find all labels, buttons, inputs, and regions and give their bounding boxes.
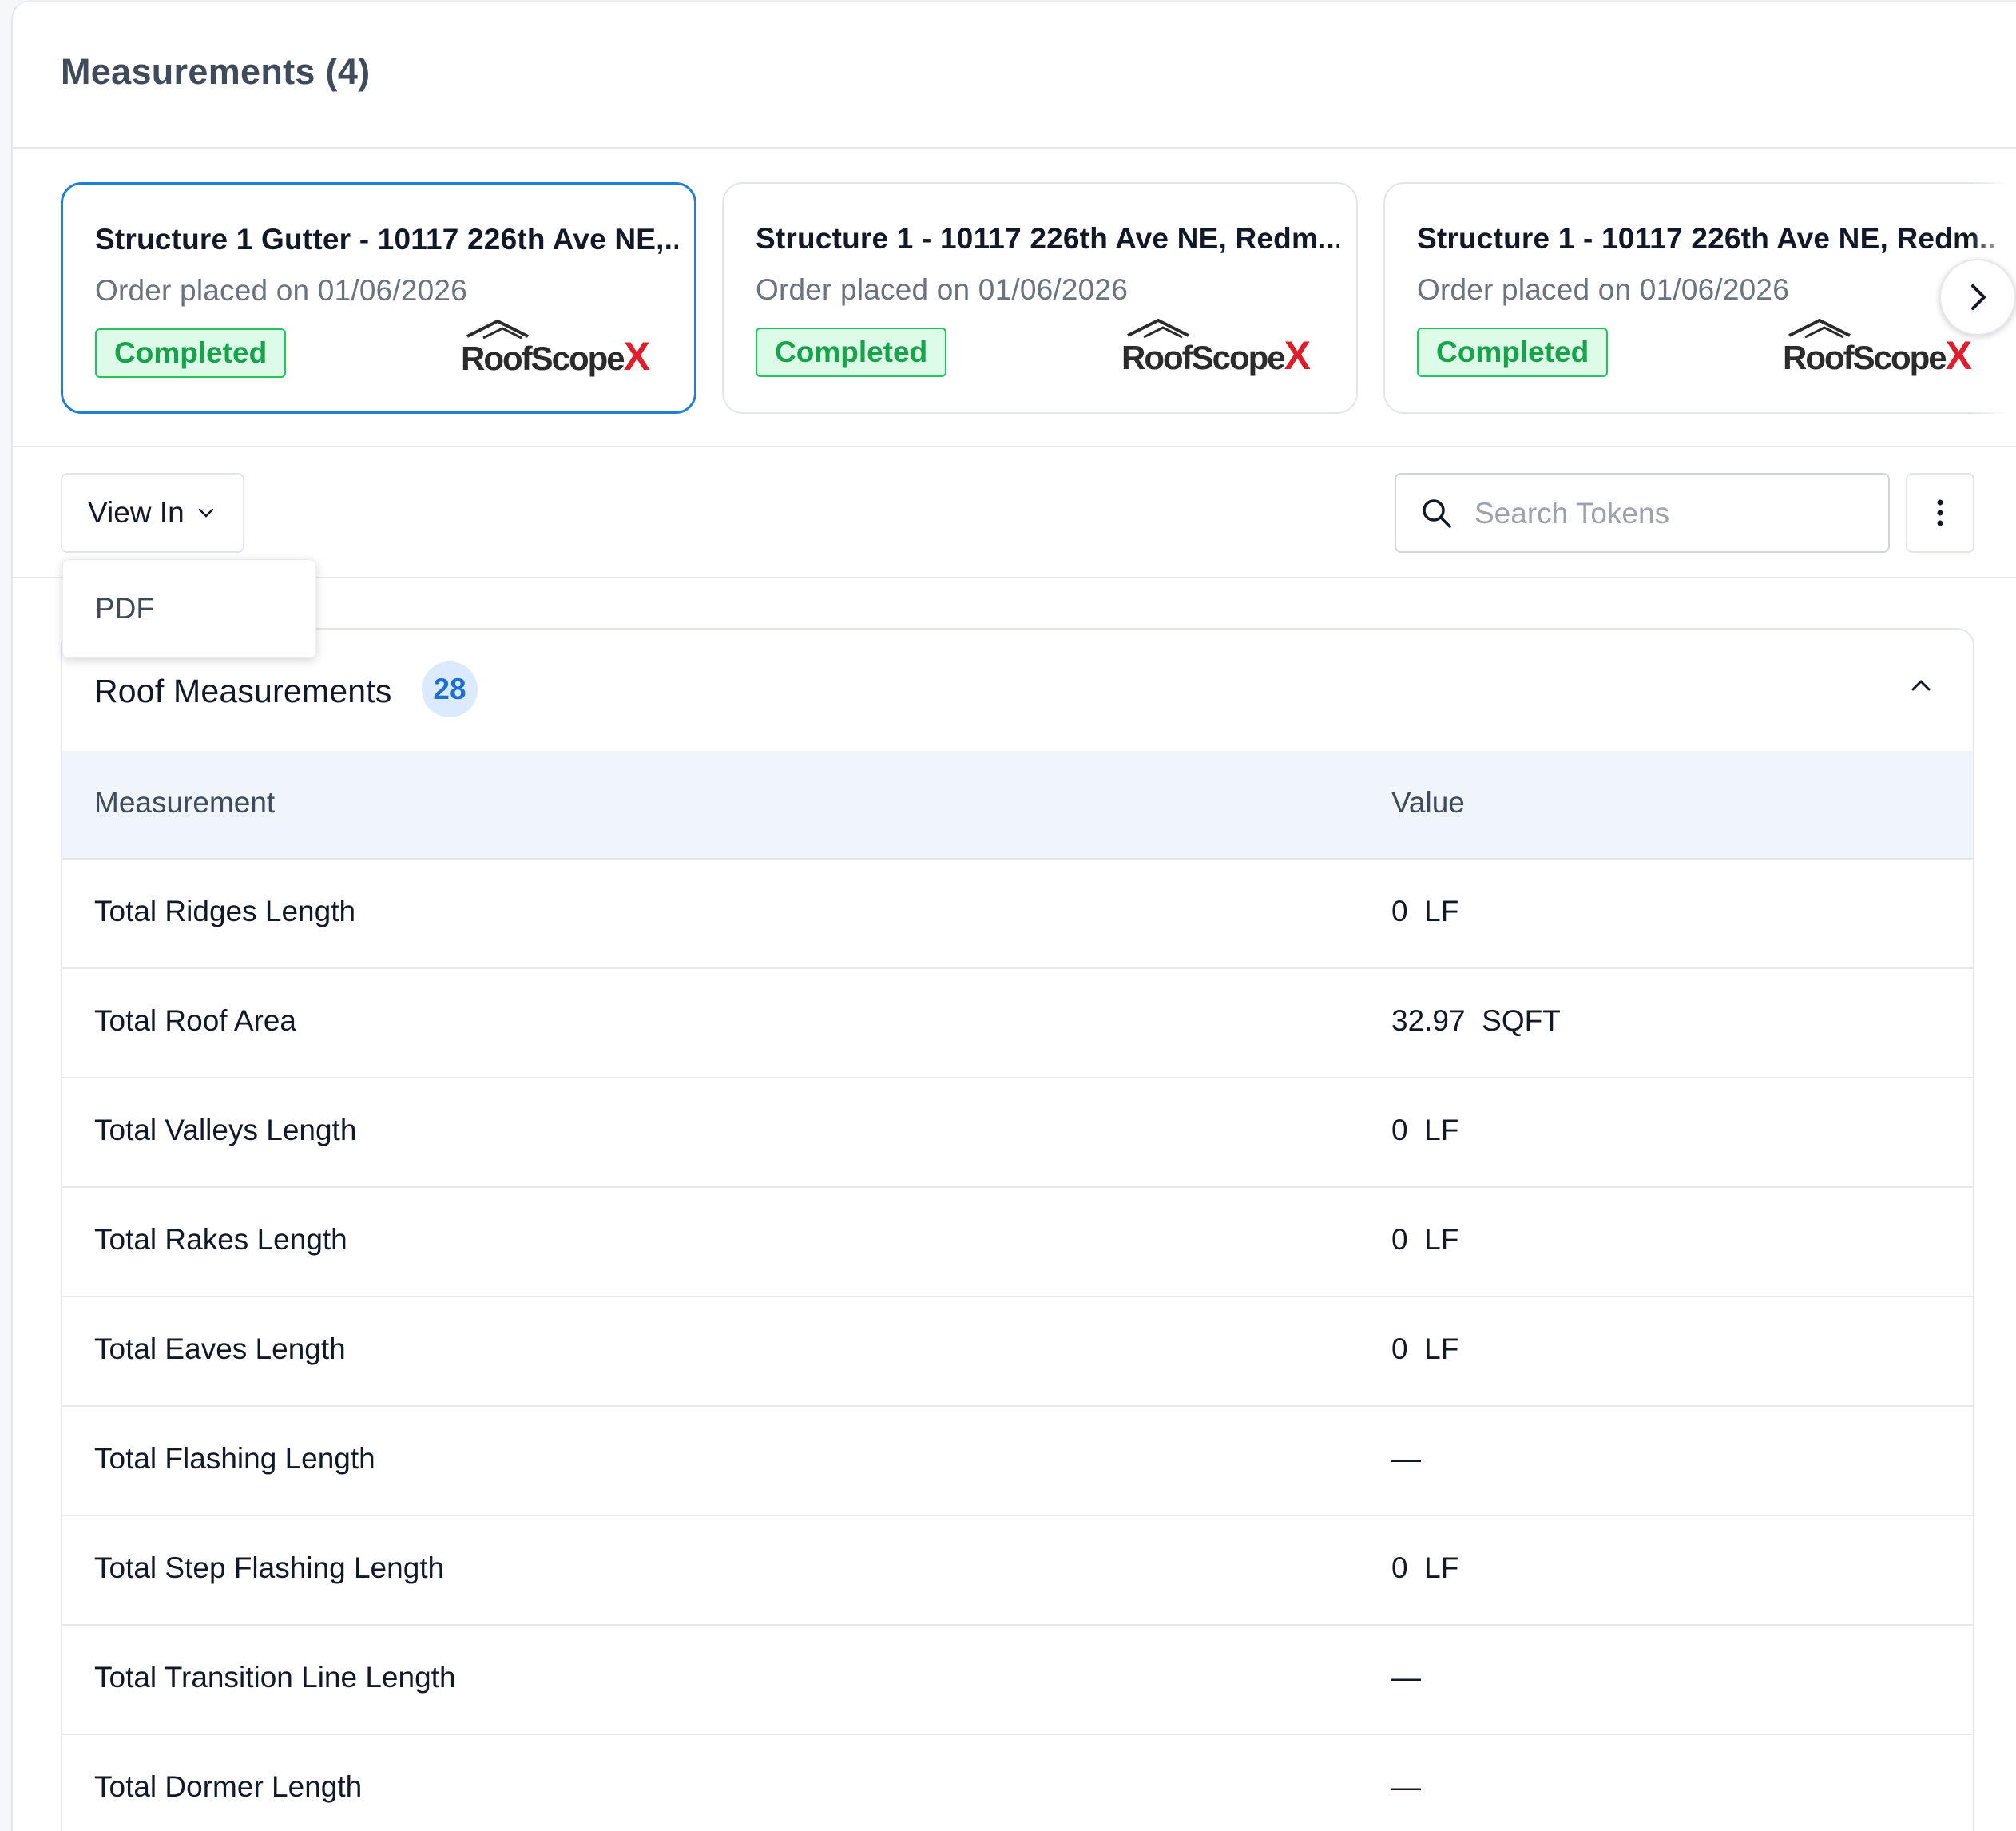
divider <box>13 147 2016 149</box>
chevron-up-icon[interactable] <box>1909 677 1933 693</box>
card-order-date: Order placed on 01/06/2026 <box>756 273 1128 306</box>
page-title: Measurements (4) <box>61 51 371 92</box>
measurements-panel: Measurements (4) Structure 1 Gutter - 10… <box>11 0 2016 1831</box>
table-row: Total Valleys Length 0 LF <box>62 1078 1973 1188</box>
measurement-name: Total Step Flashing Length <box>94 1551 445 1584</box>
chevron-right-icon <box>1971 284 1986 310</box>
measurement-name: Total Flashing Length <box>94 1442 375 1475</box>
measurement-name: Total Valleys Length <box>94 1114 357 1146</box>
search-box[interactable] <box>1395 473 1890 553</box>
view-in-menu: PDF <box>62 559 316 658</box>
measurement-name: Total Ridges Length <box>94 895 356 927</box>
card-title: Structure 1 - 10117 226th Ave NE, Redm.. <box>1417 222 1997 255</box>
column-header-value: Value <box>1391 786 1465 819</box>
roofscope-logo: RoofScopeX <box>1783 318 1972 382</box>
section-title: Roof Measurements <box>94 673 392 709</box>
table-row: Total Eaves Length 0 LF <box>62 1297 1973 1407</box>
measurement-card[interactable]: Structure 1 - 10117 226th Ave NE, Redm..… <box>722 182 1358 414</box>
search-icon <box>1423 499 1451 528</box>
measurement-value: — <box>1391 1442 1421 1475</box>
status-badge: Completed <box>756 328 947 377</box>
measurement-value: — <box>1391 1661 1421 1694</box>
table-row: Total Dormer Length — <box>62 1735 1973 1831</box>
card-order-date: Order placed on 01/06/2026 <box>95 274 467 307</box>
measurement-name: Total Eaves Length <box>94 1333 346 1365</box>
roofscope-logo: RoofScopeX <box>1121 318 1311 382</box>
measurement-card[interactable]: Structure 1 Gutter - 10117 226th Ave NE,… <box>61 182 696 414</box>
logo-wordmark: RoofScope <box>461 340 625 377</box>
roof-measurements-section: Roof Measurements 28 Measurement Value T… <box>61 628 1974 1831</box>
view-in-dropdown[interactable]: View In <box>61 473 244 553</box>
menu-item-pdf[interactable]: PDF <box>95 592 154 626</box>
measurement-name: Total Transition Line Length <box>94 1661 456 1694</box>
measurement-value: 0 LF <box>1391 895 1459 927</box>
table-row: Total Ridges Length 0 LF <box>62 860 1973 969</box>
logo-x: X <box>623 334 650 379</box>
status-badge: Completed <box>1417 328 1609 377</box>
table-row: Total Step Flashing Length 0 LF <box>62 1516 1973 1626</box>
measurement-name: Total Roof Area <box>94 1004 296 1037</box>
measurement-card[interactable]: Structure 1 - 10117 226th Ave NE, Redm..… <box>1383 182 2016 414</box>
column-header-measurement: Measurement <box>94 786 276 819</box>
carousel-next-button[interactable] <box>1939 259 2016 336</box>
measurement-name: Total Rakes Length <box>94 1223 347 1256</box>
card-title: Structure 1 Gutter - 10117 226th Ave NE,… <box>95 223 678 256</box>
measurement-value: 32.97 SQFT <box>1391 1004 1561 1037</box>
roofscope-logo: RoofScopeX <box>461 319 650 383</box>
measurement-value: 0 LF <box>1391 1551 1459 1584</box>
logo-wordmark: RoofScope <box>1783 339 1947 376</box>
more-options-button[interactable] <box>1906 473 1974 553</box>
measurement-value: 0 LF <box>1391 1223 1459 1256</box>
status-badge: Completed <box>95 328 287 378</box>
table-row: Total Rakes Length 0 LF <box>62 1188 1973 1297</box>
view-in-label: View In <box>88 496 185 529</box>
table-row: Total Transition Line Length — <box>62 1626 1973 1735</box>
measurement-value: 0 LF <box>1391 1114 1459 1146</box>
measurement-value: 0 LF <box>1391 1333 1459 1365</box>
table-row: Total Roof Area 32.97 SQFT <box>62 969 1973 1078</box>
search-input[interactable] <box>1473 491 1875 537</box>
kebab-vertical-icon <box>1937 499 1943 526</box>
chevron-down-icon <box>198 508 213 518</box>
logo-wordmark: RoofScope <box>1121 339 1286 376</box>
table-row: Total Flashing Length — <box>62 1407 1973 1516</box>
card-order-date: Order placed on 01/06/2026 <box>1417 273 1789 306</box>
divider <box>13 446 2016 447</box>
logo-x: X <box>1945 333 1972 378</box>
logo-x: X <box>1284 333 1311 378</box>
card-title: Structure 1 - 10117 226th Ave NE, Redm..… <box>756 222 1339 255</box>
table-header: Measurement Value <box>62 751 1973 860</box>
measurement-name: Total Dormer Length <box>94 1770 363 1803</box>
count-badge: 28 <box>422 661 478 717</box>
measurement-value: — <box>1391 1770 1421 1803</box>
